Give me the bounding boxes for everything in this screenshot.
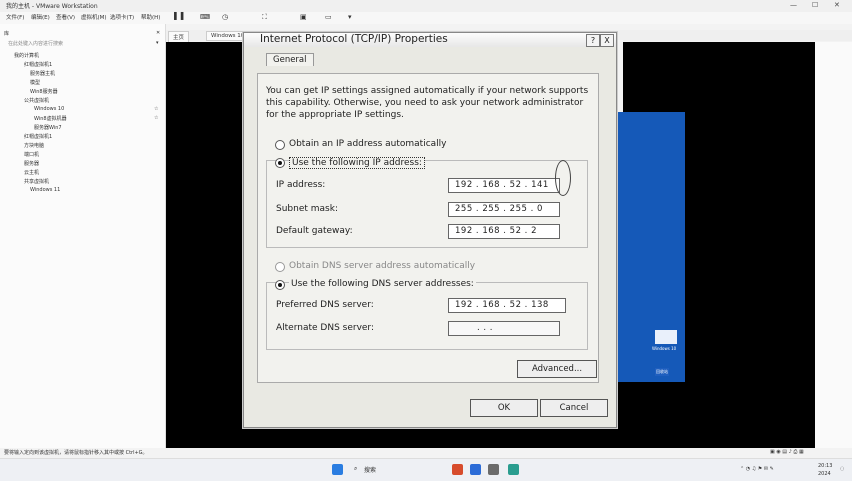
tree-item[interactable]: 服务器主机 <box>30 70 55 77</box>
library-header: 库 <box>4 31 10 37</box>
dialog-title: Internet Protocol (TCP/IP) Properties <box>260 33 448 45</box>
pause-icon[interactable]: ❚❚ <box>172 11 185 20</box>
notification-icon[interactable]: ◌ <box>840 466 844 472</box>
menu-vm[interactable]: 虚拟机(M) <box>81 13 107 21</box>
tray-time: 20:13 <box>818 463 833 469</box>
tree-item[interactable]: Windows 10 <box>34 106 64 112</box>
intro-line-1: You can get IP settings assigned automat… <box>266 86 589 96</box>
device-icons[interactable]: ▣ ◉ ▤ ♪ ⎙ ▦ <box>770 449 804 455</box>
tree-item[interactable]: 模型 <box>30 79 40 86</box>
tcpip-properties-dialog: Internet Protocol (TCP/IP) Properties ? … <box>243 32 617 428</box>
search-dropdown-icon[interactable]: ▾ <box>156 40 159 46</box>
cancel-button[interactable]: Cancel <box>540 399 608 417</box>
library-sidebar: 库 ✕ 在此处键入内容进行搜索 ▾ 我的计算机 红帽虚拟机1 服务器主机 模型 … <box>0 24 166 450</box>
tab-general[interactable]: General <box>266 53 314 66</box>
desktop-icon-label: Windows 10 <box>652 346 677 351</box>
help-button[interactable]: ? <box>586 34 600 47</box>
tray-icons[interactable]: ⌃ ◔ ♫ ⚑ ✉ ✎ <box>740 466 774 472</box>
library-search[interactable]: 在此处键入内容进行搜索 <box>8 40 63 47</box>
tree-item[interactable]: 方块电脑 <box>24 142 44 149</box>
host-taskbar: ⌕ 搜索 ⌃ ◔ ♫ ⚑ ✉ ✎ 20:13 2024 ◌ <box>0 458 852 481</box>
tree-item[interactable]: 红帽虚拟机1 <box>24 133 52 140</box>
preferred-dns-label: Preferred DNS server: <box>276 300 374 310</box>
intro-line-3: for the appropriate IP settings. <box>266 110 404 120</box>
view-icon[interactable]: ▾ <box>348 13 352 21</box>
taskbar-search[interactable]: 搜索 <box>364 465 376 474</box>
ok-button[interactable]: OK <box>470 399 538 417</box>
close-button[interactable]: X <box>600 34 614 47</box>
send-keys-icon[interactable]: ⌨ <box>200 13 210 21</box>
ip-manual-radio[interactable] <box>275 158 285 168</box>
menu-view[interactable]: 查看(V) <box>56 13 75 21</box>
dialog-tabs: General <box>266 53 314 66</box>
menu-help[interactable]: 帮助(H) <box>141 13 160 21</box>
menu-tabs[interactable]: 选项卡(T) <box>110 13 134 21</box>
unity-icon[interactable]: ▣ <box>300 13 307 21</box>
vmware-icon[interactable] <box>488 464 499 475</box>
right-panel <box>815 42 852 448</box>
alternate-dns-field[interactable]: . . . <box>448 321 560 336</box>
tree-item[interactable]: 红帽虚拟机1 <box>24 61 52 68</box>
tree-item[interactable]: 共享虚拟机 <box>24 178 49 185</box>
tree-item[interactable]: Win8虚拟机器 <box>34 115 67 122</box>
tree-item[interactable]: 云主机 <box>24 169 39 176</box>
tray-date: 2024 <box>818 471 831 477</box>
general-panel: You can get IP settings assigned automat… <box>257 73 599 383</box>
ip-auto-radio[interactable] <box>275 140 285 150</box>
subnet-mask-label: Subnet mask: <box>276 204 338 214</box>
tree-item[interactable]: 公共虚拟机 <box>24 97 49 104</box>
dns-manual-radio[interactable] <box>275 280 285 290</box>
dns-group <box>266 282 588 350</box>
dns-auto-label[interactable]: Obtain DNS server address automatically <box>289 261 475 271</box>
preferred-dns-field[interactable]: 192 . 168 . 52 . 138 <box>448 298 566 313</box>
advanced-button[interactable]: Advanced... <box>517 360 597 378</box>
status-text: 要将输入定向到该虚拟机，请将鼠标指针移入其中或按 Ctrl+G。 <box>4 450 148 456</box>
ip-manual-label[interactable]: Use the following IP address: <box>289 157 425 169</box>
annotation-circle <box>555 160 571 196</box>
desktop-computer-icon[interactable] <box>655 330 677 344</box>
star-icon[interactable]: ☆ <box>154 106 158 112</box>
snapshot-icon[interactable]: ◷ <box>222 13 228 21</box>
fullscreen-icon[interactable]: ⛶ <box>262 13 267 22</box>
console-icon[interactable]: ▭ <box>325 13 332 21</box>
tree-item[interactable]: Windows 11 <box>30 187 60 193</box>
subnet-mask-field[interactable]: 255 . 255 . 255 . 0 <box>448 202 560 217</box>
ip-auto-label[interactable]: Obtain an IP address automatically <box>289 139 447 149</box>
close-library-icon[interactable]: ✕ <box>156 30 160 36</box>
menu-edit[interactable]: 编辑(E) <box>31 13 50 21</box>
chat-icon[interactable] <box>508 464 519 475</box>
alternate-dns-label: Alternate DNS server: <box>276 323 375 333</box>
host-titlebar: 我的主机 - VMware Workstation — ☐ ✕ <box>0 0 852 12</box>
tree-item[interactable]: 服务器Win7 <box>34 124 62 131</box>
default-gateway-label: Default gateway: <box>276 226 353 236</box>
ip-address-label: IP address: <box>276 180 326 190</box>
start-icon[interactable] <box>332 464 343 475</box>
recycle-bin-label[interactable]: 回收站 <box>655 368 669 376</box>
menu-file[interactable]: 文件(F) <box>6 13 24 21</box>
host-menubar: 文件(F) 编辑(E) 查看(V) 虚拟机(M) 选项卡(T) 帮助(H) ❚❚… <box>0 11 852 24</box>
dns-auto-radio[interactable] <box>275 262 285 272</box>
host-title: 我的主机 - VMware Workstation <box>6 3 98 10</box>
dns-manual-label[interactable]: Use the following DNS server addresses: <box>289 279 476 289</box>
minimize-icon[interactable]: — <box>790 1 797 9</box>
dialog-titlebar: Internet Protocol (TCP/IP) Properties ? … <box>244 33 616 47</box>
tree-item[interactable]: Win8服务器 <box>30 88 58 95</box>
search-icon[interactable]: ⌕ <box>354 465 357 473</box>
close-icon[interactable]: ✕ <box>834 1 840 9</box>
default-gateway-field[interactable]: 192 . 168 . 52 . 2 <box>448 224 560 239</box>
ip-address-field[interactable]: 192 . 168 . 52 . 141 <box>448 178 560 193</box>
host-statusbar: 要将输入定向到该虚拟机，请将鼠标指针移入其中或按 Ctrl+G。 ▣ ◉ ▤ ♪… <box>0 448 852 458</box>
star-icon[interactable]: ☆ <box>154 115 158 121</box>
browser-icon[interactable] <box>470 464 481 475</box>
tree-item[interactable]: 我的计算机 <box>14 52 39 59</box>
maximize-icon[interactable]: ☐ <box>812 1 818 9</box>
tree-item[interactable]: 端口机 <box>24 151 39 158</box>
tree-item[interactable]: 服务器 <box>24 160 39 167</box>
intro-line-2: this capability. Otherwise, you need to … <box>266 98 584 108</box>
app-icon[interactable] <box>452 464 463 475</box>
